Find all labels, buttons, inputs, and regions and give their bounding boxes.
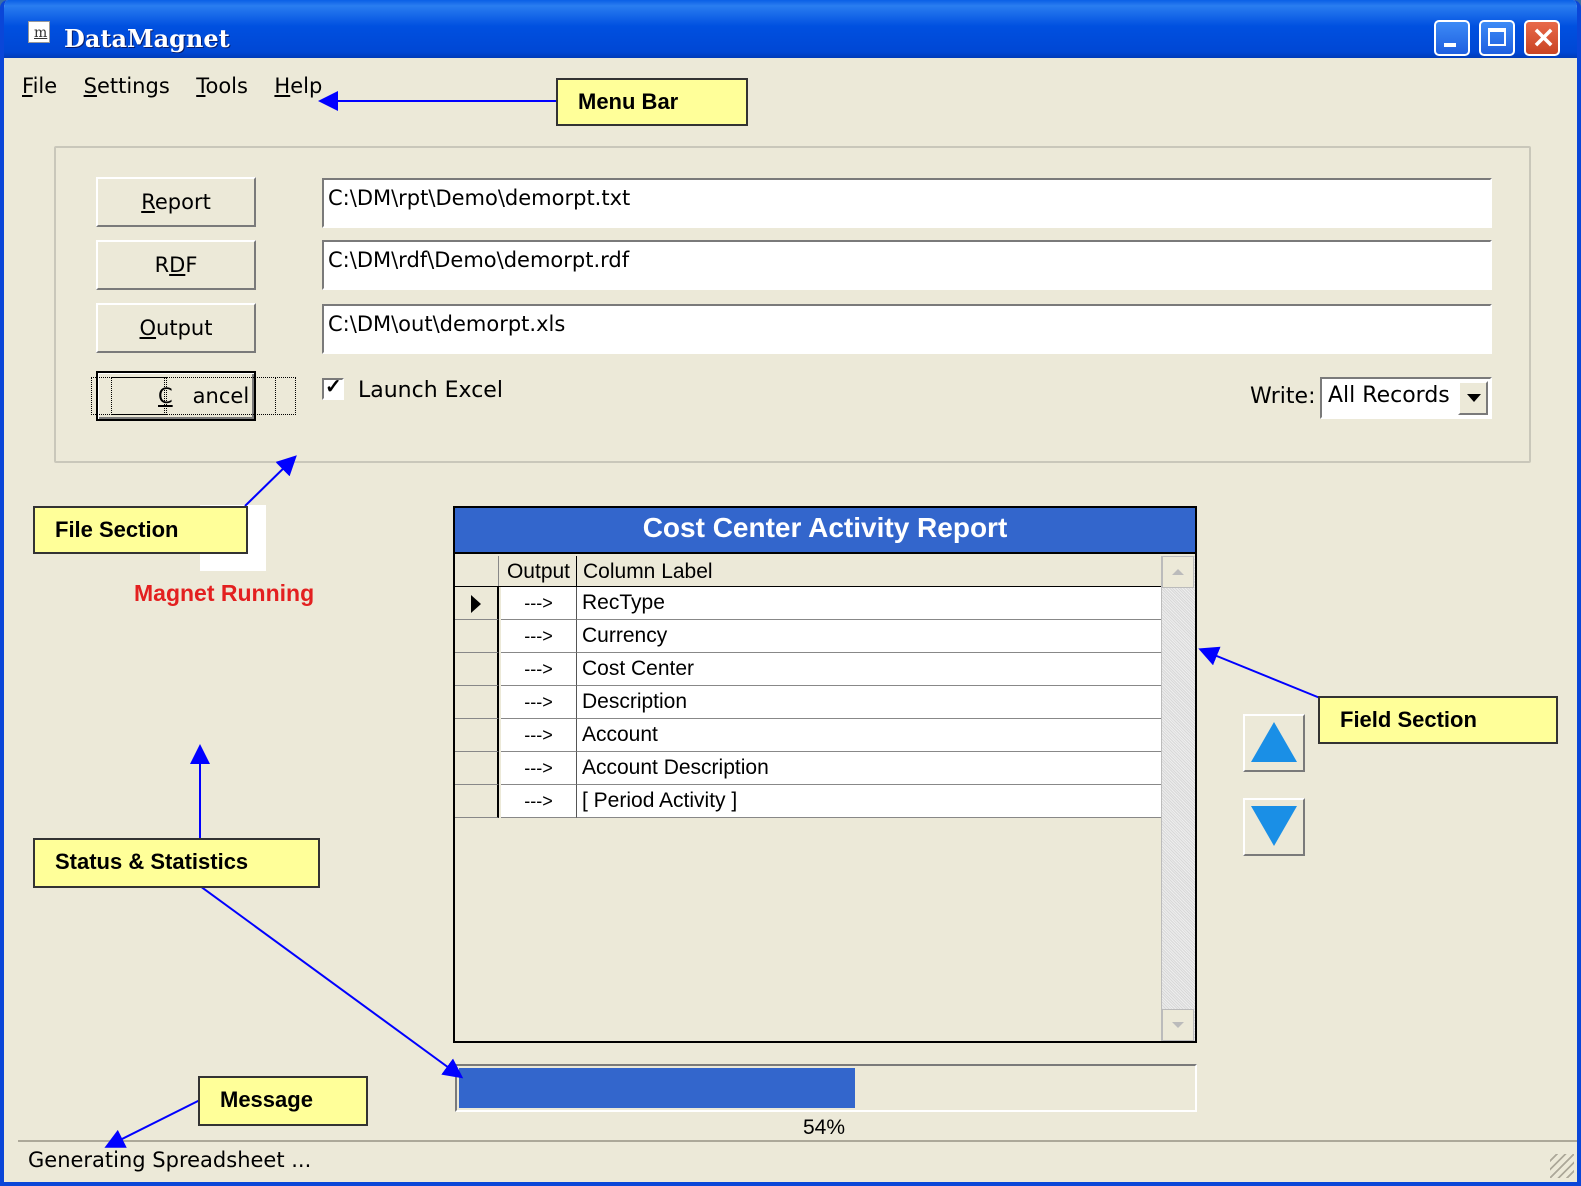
field-section-arrow (1198, 646, 1321, 699)
callout-message: Message (198, 1076, 368, 1126)
callout-arrows (104, 91, 1321, 1148)
callout-status-stats: Status & Statistics (33, 838, 320, 888)
message-arrow (104, 1099, 201, 1148)
callout-menu-bar: Menu Bar (556, 78, 748, 126)
status-stats-arrow-progress (199, 885, 464, 1079)
callout-field-section: Field Section (1318, 696, 1558, 744)
file-section-arrow (244, 455, 297, 507)
callout-file-section: File Section (33, 506, 248, 554)
